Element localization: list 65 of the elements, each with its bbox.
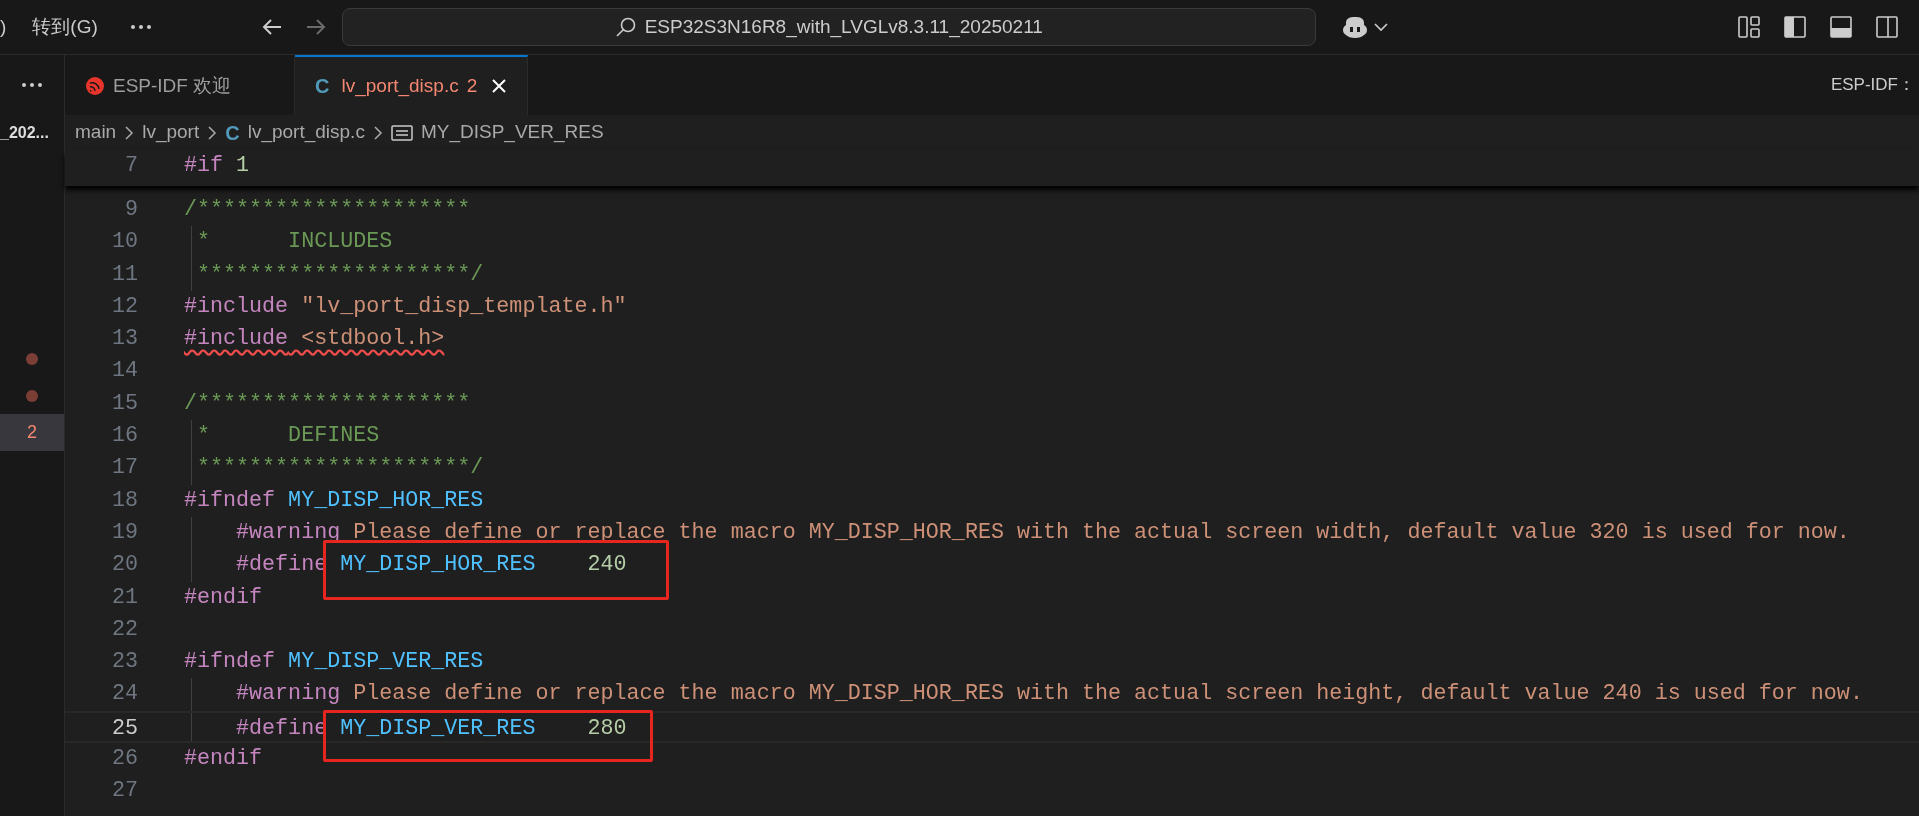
line-number: 16 (110, 422, 138, 451)
menu-item[interactable]: ) (0, 12, 7, 42)
code-line: *********************/ (196, 261, 484, 287)
c-file-icon: C (225, 117, 240, 148)
code-line: * INCLUDES (196, 229, 393, 255)
selected-row[interactable]: 2 (0, 414, 64, 451)
breadcrumb-item[interactable]: main (75, 118, 117, 147)
chevron-right-icon (372, 124, 383, 141)
bottom-panel-icon[interactable] (1829, 15, 1853, 39)
code-line: #include "lv_port_disp_template.h" (184, 293, 627, 319)
line-number: 25 (110, 714, 138, 742)
line-number: 14 (110, 357, 138, 386)
line-number: 19 (110, 518, 138, 547)
code-line: #warning Please define or replace the macro MY_DISP_HOR_RES with the actual screen width, default value 320 is used for now. (235, 519, 1850, 545)
line-number: 26 (110, 745, 138, 774)
line-number: 21 (110, 583, 138, 612)
search-icon (614, 16, 637, 38)
breadcrumb-item[interactable]: lv_port_disp.c (247, 118, 365, 147)
layout-grid-icon[interactable] (1737, 15, 1761, 39)
line-number: 9 (124, 196, 138, 224)
line-number: 20 (110, 551, 138, 580)
problem-count: 2 (27, 421, 37, 444)
chevron-down-icon[interactable] (1373, 22, 1388, 32)
line-number: 27 (110, 777, 138, 806)
status-dot (26, 352, 38, 365)
line-number: 7 (124, 152, 138, 180)
code-line: * DEFINES (196, 423, 380, 449)
robot-face-icon[interactable] (1341, 15, 1368, 39)
line-number: 22 (110, 615, 138, 644)
symbol-icon (390, 124, 413, 141)
code-line: #endif (184, 746, 263, 772)
line-number: 10 (110, 228, 138, 257)
breadcrumb-item[interactable]: lv_port (142, 118, 200, 147)
code-line: #define MY_DISP_VER_RES 280 (235, 715, 627, 741)
line-number: 18 (110, 486, 138, 515)
panel-title: ESP-IDF： (1830, 74, 1915, 97)
close-icon[interactable] (491, 78, 508, 94)
code-line: #warning Please define or replace the macro MY_DISP_HOR_RES with the actual screen height, default value 240 is used for now. (235, 681, 1863, 707)
chevron-right-icon (124, 124, 135, 141)
left-panel-icon[interactable] (1783, 15, 1807, 39)
code-line: /********************* (184, 390, 471, 416)
code-line: *********************/ (196, 455, 484, 481)
chevron-right-icon (207, 124, 218, 141)
line-number: 15 (110, 389, 138, 418)
code-line: #endif (184, 584, 263, 610)
line-number: 12 (110, 292, 138, 321)
code-line: #include <stdbool.h> (184, 326, 445, 352)
breadcrumb-item[interactable]: MY_DISP_VER_RES (420, 118, 604, 147)
spiral-icon (85, 76, 105, 96)
search-field[interactable]: ESP32S3N16R8_with_LVGLv8.3.11_20250211 (341, 8, 1316, 46)
line-number: 23 (110, 648, 138, 677)
code-line: #ifndef MY_DISP_HOR_RES (184, 487, 484, 513)
status-dot (26, 389, 38, 402)
line-number: 11 (110, 260, 138, 289)
line-number: 13 (110, 325, 138, 354)
editor-tab[interactable]: C lv_port_disp.c 2 (295, 55, 529, 115)
code-line: #define MY_DISP_HOR_RES 240 (235, 552, 627, 578)
code-line: #ifndef MY_DISP_VER_RES (184, 649, 484, 675)
menu-item[interactable]: 转到(G) (32, 12, 98, 42)
right-panel-icon[interactable] (1875, 15, 1899, 39)
line-number: 17 (110, 454, 138, 483)
line-number: 24 (110, 680, 138, 709)
code-line: #if 1 (184, 153, 250, 178)
folder-name[interactable]: _202... (0, 120, 49, 145)
code-line: /********************* (184, 197, 471, 222)
